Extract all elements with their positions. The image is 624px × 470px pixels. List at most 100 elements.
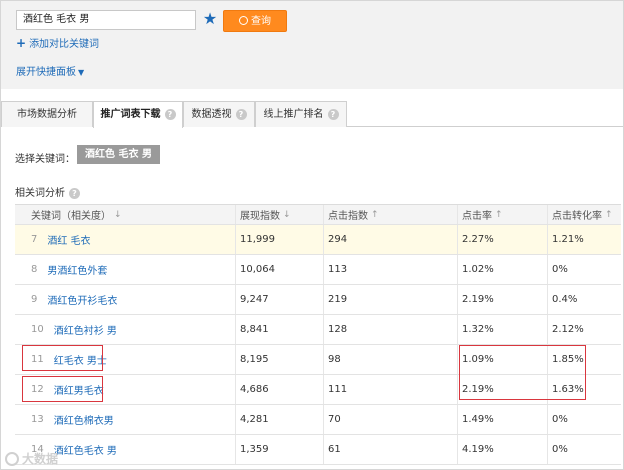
keyword-cell: 10 酒红色衬衫 男 [31,315,231,344]
clicks-cell: 219 [323,285,457,314]
selected-keyword-label: 选择关键词： [15,154,75,165]
table-row: 13 酒红色棉衣男 4,281 70 1.49% 0% [15,405,621,435]
header-label: 点击指数 [328,211,368,222]
help-icon[interactable]: ? [69,188,80,199]
search-panel: 酒红色 毛衣 男 ★ 查询 + 添加对比关键词 展开快捷面板 ▼ [1,1,623,89]
clicks-cell: 70 [323,405,457,434]
clicks-cell: 294 [323,225,457,254]
header-label: 点击率 [462,211,492,222]
tab-label: 市场数据分析 [17,109,77,120]
keyword-link[interactable]: 男酒红色外套 [47,262,107,277]
impressions-cell: 4,281 [235,405,323,434]
ctr-cell: 2.19% [457,375,547,404]
tab-market-analysis[interactable]: 市场数据分析 [1,101,93,127]
impressions-cell: 10,064 [235,255,323,284]
cvr-cell: 1.63% [547,375,621,404]
clicks-cell: 98 [323,345,457,374]
sort-up-icon: ↑ [371,209,379,220]
related-keywords-table: 关键词（相关度） ↓ 展现指数 ↓ 点击指数 ↑ 点击率 ↑ 点击转化率 ↑ 7 酒红 毛衣… [15,204,621,465]
clicks-cell: 128 [323,315,457,344]
keyword-link[interactable]: 酒红 毛衣 [47,232,90,247]
watermark: 大数据 [5,450,58,467]
table-row: 7 酒红 毛衣 11,999 294 2.27% 1.21% [15,225,621,255]
header-clicks[interactable]: 点击指数 ↑ [323,205,457,224]
header-ctr[interactable]: 点击率 ↑ [457,205,547,224]
tab-data-pivot[interactable]: 数据透视? [183,101,255,127]
row-index: 9 [31,294,38,305]
table-row: 14 酒红色毛衣 男 1,359 61 4.19% 0% [15,435,621,465]
keyword-cell: 13 酒红色棉衣男 [31,405,231,434]
keyword-link[interactable]: 酒红男毛衣 [54,382,104,397]
table-header: 关键词（相关度） ↓ 展现指数 ↓ 点击指数 ↑ 点击率 ↑ 点击转化率 ↑ [15,205,621,225]
impressions-cell: 8,195 [235,345,323,374]
watermark-logo-icon [5,452,19,466]
caret-down-icon: ▼ [78,68,85,77]
help-icon[interactable]: ? [327,109,339,120]
related-title-text: 相关词分析 [15,188,65,199]
row-index: 7 [31,234,38,245]
cvr-cell: 0% [547,405,621,434]
ctr-cell: 2.19% [457,285,547,314]
keyword-cell: 7 酒红 毛衣 [31,225,231,254]
cvr-cell: 0.4% [547,285,621,314]
table-row: 9 酒红色开衫毛衣 9,247 219 2.19% 0.4% [15,285,621,315]
star-icon[interactable]: ★ [201,10,219,28]
keyword-link[interactable]: 红毛衣 男士 [54,352,107,367]
clicks-cell: 61 [323,435,457,464]
row-index: 10 [31,324,44,335]
ctr-cell: 1.49% [457,405,547,434]
table-row: 11 红毛衣 男士 8,195 98 1.09% 1.85% [15,345,621,375]
tab-keyword-download[interactable]: 推广词表下载? [93,101,183,128]
keyword-cell: 8 男酒红色外套 [31,255,231,284]
help-icon[interactable]: ? [164,109,176,120]
impressions-cell: 11,999 [235,225,323,254]
tab-bar: 市场数据分析 推广词表下载? 数据透视? 线上推广排名? [1,101,623,128]
keyword-cell: 9 酒红色开衫毛衣 [31,285,231,314]
keyword-link[interactable]: 酒红色毛衣 男 [54,442,117,457]
tab-online-rank[interactable]: 线上推广排名? [255,101,347,127]
ctr-cell: 1.02% [457,255,547,284]
header-label: 点击转化率 [552,211,602,222]
add-compare-keyword-link[interactable]: + 添加对比关键词 [16,37,99,51]
keyword-search-input[interactable]: 酒红色 毛衣 男 [16,10,196,30]
header-cvr[interactable]: 点击转化率 ↑ [547,205,621,224]
impressions-cell: 1,359 [235,435,323,464]
sort-up-icon: ↑ [605,209,613,220]
header-label: 关键词（相关度） [31,211,111,222]
cvr-cell: 2.12% [547,315,621,344]
keyword-link[interactable]: 酒红色棉衣男 [54,412,114,427]
table-row: 8 男酒红色外套 10,064 113 1.02% 0% [15,255,621,285]
query-button-label: 查询 [251,16,271,27]
row-index: 8 [31,264,38,275]
ctr-cell: 1.32% [457,315,547,344]
header-impressions[interactable]: 展现指数 ↓ [235,205,323,224]
search-icon [239,16,248,25]
expand-quick-panel-link[interactable]: 展开快捷面板 ▼ [16,67,84,79]
tab-label: 线上推广排名 [263,109,324,120]
row-index: 13 [31,414,44,425]
expand-panel-label: 展开快捷面板 [16,67,76,78]
keyword-link[interactable]: 酒红色衬衫 男 [54,322,117,337]
keyword-cell: 12 酒红男毛衣 [31,375,231,404]
add-compare-label: 添加对比关键词 [29,39,100,50]
sort-down-icon: ↓ [114,209,122,220]
header-label: 展现指数 [240,211,280,222]
tab-label: 推广词表下载 [100,109,161,120]
clicks-cell: 111 [323,375,457,404]
related-analysis-title: 相关词分析? [15,184,80,199]
table-row: 10 酒红色衬衫 男 8,841 128 1.32% 2.12% [15,315,621,345]
sort-up-icon: ↑ [495,209,503,220]
cvr-cell: 0% [547,435,621,464]
keyword-cell: 11 红毛衣 男士 [31,345,231,374]
query-button[interactable]: 查询 [223,10,287,32]
ctr-cell: 4.19% [457,435,547,464]
row-index: 11 [31,354,44,365]
header-keyword[interactable]: 关键词（相关度） ↓ [31,205,231,224]
cvr-cell: 0% [547,255,621,284]
keyword-link[interactable]: 酒红色开衫毛衣 [47,292,117,307]
plus-icon: + [16,36,27,50]
row-index: 12 [31,384,44,395]
help-icon[interactable]: ? [235,109,247,120]
ctr-cell: 2.27% [457,225,547,254]
cvr-cell: 1.21% [547,225,621,254]
